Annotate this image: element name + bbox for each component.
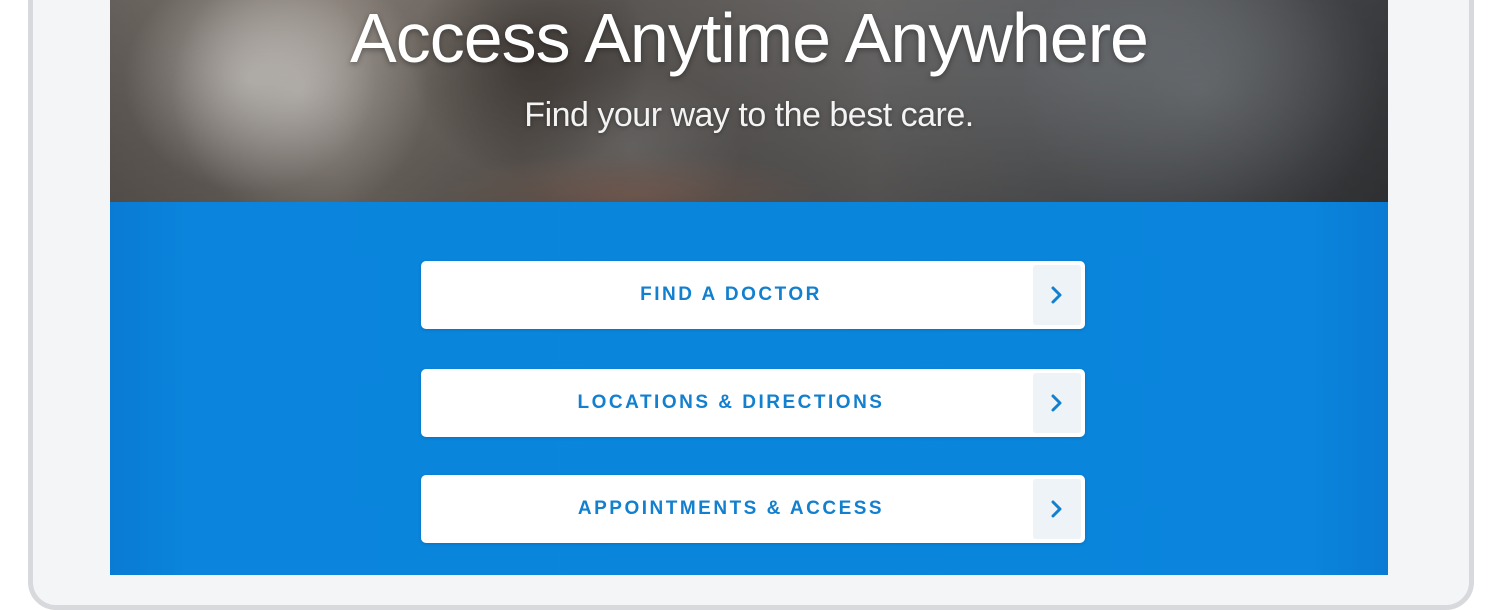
find-a-doctor-label: FIND A DOCTOR — [640, 284, 822, 305]
locations-directions-button[interactable]: LOCATIONS & DIRECTIONS — [421, 369, 1085, 437]
appointments-access-label: APPOINTMENTS & ACCESS — [577, 498, 885, 519]
quick-actions-panel: FIND A DOCTOR LOCATIONS & DIRECTIONS APP… — [110, 202, 1388, 575]
hero-subtitle: Find your way to the best care. — [524, 96, 974, 134]
locations-directions-label: LOCATIONS & DIRECTIONS — [577, 392, 885, 413]
hero-title: Access Anytime Anywhere — [350, 0, 1149, 77]
app-screen: Access Anytime Anywhere Find your way to… — [110, 0, 1388, 575]
find-a-doctor-button[interactable]: FIND A DOCTOR — [421, 261, 1085, 329]
chevron-right-icon — [1033, 265, 1081, 325]
hero-banner: Access Anytime Anywhere Find your way to… — [110, 0, 1388, 202]
chevron-right-icon — [1033, 373, 1081, 433]
chevron-right-icon — [1033, 479, 1081, 539]
appointments-access-button[interactable]: APPOINTMENTS & ACCESS — [421, 475, 1085, 543]
